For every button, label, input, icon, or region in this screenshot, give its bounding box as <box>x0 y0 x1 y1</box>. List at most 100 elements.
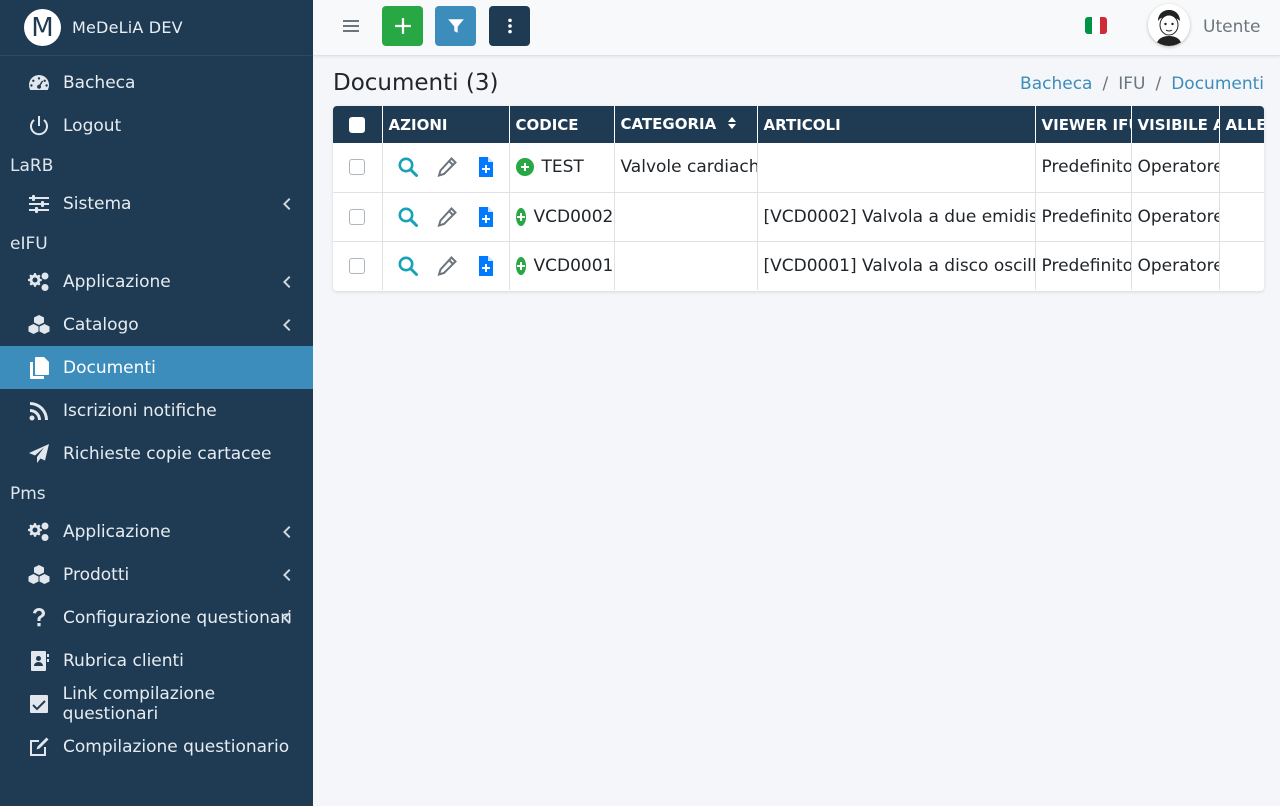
select-all-checkbox[interactable] <box>349 117 366 133</box>
filter-button[interactable] <box>435 6 476 46</box>
breadcrumb-ifu: IFU <box>1118 74 1146 94</box>
column-header-allegati[interactable]: ALLEGATI <box>1219 106 1264 143</box>
sidebar-item-label: Sistema <box>63 193 132 214</box>
attachments-cell <box>1219 143 1264 193</box>
sidebar-item-bacheca[interactable]: Bacheca <box>0 61 313 104</box>
sidebar: M MeDeLiA DEV Bacheca Logout LaRB Sistem… <box>0 0 313 806</box>
sidebar-item-link-compilazione-questionari[interactable]: Link compilazione questionari <box>0 682 313 725</box>
row-checkbox[interactable] <box>349 257 366 274</box>
sidebar-item-label: Catalogo <box>63 314 139 335</box>
row-checkbox[interactable] <box>349 208 366 225</box>
sidebar-item-label: Link compilazione questionari <box>62 683 216 724</box>
column-header-categoria[interactable]: CATEGORIA <box>614 106 758 143</box>
more-options-button[interactable] <box>489 6 530 46</box>
question-icon <box>25 606 53 630</box>
viewer-cell: Predefinito <box>1035 192 1132 242</box>
column-header-articoli[interactable]: ARTICOLI <box>757 106 1036 143</box>
sidebar-item-applicazione-pms[interactable]: Applicazione <box>0 510 313 553</box>
pencil-icon[interactable] <box>436 206 458 228</box>
sort-icon[interactable] <box>727 116 737 134</box>
plus-icon <box>394 18 411 34</box>
table-header-row: AZIONI CODICE CATEGORIA ARTICOLI VIEWER … <box>333 106 1264 143</box>
sidebar-item-prodotti[interactable]: Prodotti <box>0 553 313 596</box>
pencil-icon[interactable] <box>436 156 458 178</box>
articles-cell: [VCD0001] Valvola a disco oscillante <box>757 241 1036 290</box>
column-header-visibile-a[interactable]: VISIBILE A <box>1131 106 1220 143</box>
breadcrumb-separator: / <box>1155 74 1162 94</box>
sidebar-item-label: Iscrizioni notifiche <box>63 400 217 421</box>
add-button[interactable] <box>382 6 423 46</box>
expand-row-icon[interactable] <box>515 158 534 177</box>
articles-cell <box>757 143 1036 193</box>
table-row: TEST Valvole cardiache Predefinito Opera… <box>333 143 1264 193</box>
documents-table-card: AZIONI CODICE CATEGORIA ARTICOLI VIEWER … <box>333 106 1264 291</box>
tachometer-icon <box>25 71 53 95</box>
username[interactable]: Utente <box>1203 17 1260 37</box>
sidebar-item-documenti[interactable]: Documenti <box>0 346 313 389</box>
chevron-left-icon <box>282 274 291 288</box>
chevron-left-icon <box>282 196 291 210</box>
breadcrumb-bacheca[interactable]: Bacheca <box>1020 74 1092 94</box>
table-row: VCD0002 [VCD0002] Valvola a due emidisch… <box>333 192 1264 242</box>
sidebar-item-iscrizioni-notifiche[interactable]: Iscrizioni notifiche <box>0 389 313 432</box>
category-cell <box>614 241 758 290</box>
file-add-icon[interactable] <box>475 255 497 277</box>
check-square-icon <box>25 692 53 716</box>
file-add-icon[interactable] <box>475 206 497 228</box>
search-icon[interactable] <box>397 206 419 228</box>
sidebar-item-logout[interactable]: Logout <box>0 104 313 147</box>
power-icon <box>25 114 53 138</box>
sidebar-item-label: Compilazione questionario <box>63 736 290 757</box>
attachments-cell <box>1219 192 1264 242</box>
document-code: VCD0001 <box>533 255 614 276</box>
visibility-cell: Operatore <box>1131 143 1220 193</box>
avatar[interactable] <box>1148 4 1190 46</box>
sidebar-item-label: Applicazione <box>63 521 171 542</box>
chevron-left-icon <box>282 610 291 624</box>
pencil-icon[interactable] <box>436 255 458 277</box>
cogs-icon <box>25 270 53 294</box>
chevron-left-icon <box>282 317 291 331</box>
topbar: Utente <box>313 0 1280 56</box>
sidebar-item-configurazione-questionari[interactable]: Configurazione questionari <box>0 596 313 639</box>
sidebar-item-label: Applicazione <box>63 271 171 292</box>
table-row: VCD0001 [VCD0001] Valvola a disco oscill… <box>333 241 1264 290</box>
select-all-cell <box>333 106 383 143</box>
actions-cell <box>382 143 510 193</box>
row-checkbox[interactable] <box>349 159 366 176</box>
breadcrumb-documenti[interactable]: Documenti <box>1171 74 1264 94</box>
italian-flag-icon[interactable] <box>1085 17 1107 34</box>
sidebar-item-catalogo[interactable]: Catalogo <box>0 303 313 346</box>
sidebar-item-applicazione-eifu[interactable]: Applicazione <box>0 260 313 303</box>
sidebar-item-label: Documenti <box>63 357 156 378</box>
hamburger-menu-icon[interactable] <box>341 16 361 36</box>
column-header-codice[interactable]: CODICE <box>509 106 615 143</box>
category-cell: Valvole cardiache <box>614 143 758 193</box>
row-select-cell <box>333 143 383 193</box>
address-book-icon <box>25 649 53 673</box>
breadcrumb-separator: / <box>1102 74 1109 94</box>
documents-table: AZIONI CODICE CATEGORIA ARTICOLI VIEWER … <box>333 106 1264 290</box>
search-icon[interactable] <box>397 156 419 178</box>
brand-logo: M <box>24 9 61 46</box>
file-add-icon[interactable] <box>475 156 497 178</box>
actions-cell <box>382 241 510 290</box>
column-header-viewer-ifu[interactable]: VIEWER IFU <box>1035 106 1132 143</box>
sidebar-item-sistema[interactable]: Sistema <box>0 182 313 225</box>
category-cell <box>614 192 758 242</box>
column-header-label: CATEGORIA <box>620 115 717 134</box>
sidebar-item-rubrica-clienti[interactable]: Rubrica clienti <box>0 639 313 682</box>
expand-row-icon[interactable] <box>515 256 526 275</box>
chevron-left-icon <box>282 524 291 538</box>
document-code: VCD0002 <box>533 206 614 227</box>
code-cell: VCD0001 <box>509 241 615 290</box>
search-icon[interactable] <box>397 255 419 277</box>
sidebar-item-compilazione-questionario[interactable]: Compilazione questionario <box>0 725 313 768</box>
sidebar-item-richieste-copie-cartacee[interactable]: Richieste copie cartacee <box>0 432 313 475</box>
brand[interactable]: M MeDeLiA DEV <box>0 0 313 56</box>
edit-icon <box>25 735 53 759</box>
attachments-cell <box>1219 241 1264 290</box>
code-cell: VCD0002 <box>509 192 615 242</box>
expand-row-icon[interactable] <box>515 207 526 226</box>
nav-header-eifu: eIFU <box>10 234 48 254</box>
